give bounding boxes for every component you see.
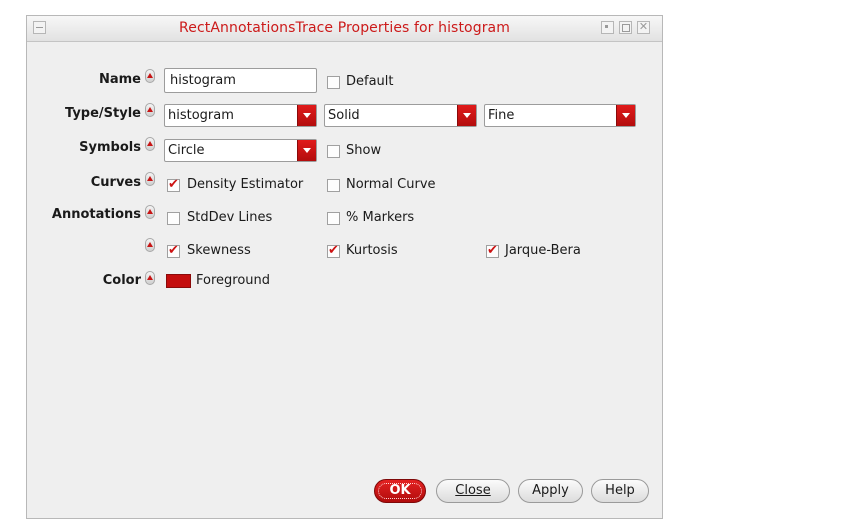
apply-button[interactable]: Apply: [518, 479, 583, 503]
name-expand-icon[interactable]: [145, 69, 155, 83]
skewness-checkbox[interactable]: [167, 243, 180, 259]
curves-label: Curves: [90, 175, 141, 190]
help-button[interactable]: Help: [591, 479, 649, 503]
style-value: Solid: [328, 108, 360, 123]
skewness-label: Skewness: [187, 243, 251, 258]
line-width-value: Fine: [488, 108, 515, 123]
symbols-expand-icon[interactable]: [145, 137, 155, 151]
chevron-down-icon[interactable]: [297, 105, 316, 126]
color-expand-icon[interactable]: [145, 271, 155, 285]
density-estimator-label: Density Estimator: [187, 177, 304, 192]
symbol-value: Circle: [168, 143, 205, 158]
chevron-down-icon[interactable]: [297, 140, 316, 161]
jarque-bera-checkbox[interactable]: [486, 243, 499, 259]
style-dropdown[interactable]: Solid: [324, 104, 477, 127]
title-bar[interactable]: RectAnnotationsTrace Properties for hist…: [27, 16, 662, 42]
close-button[interactable]: Close: [436, 479, 510, 503]
show-checkbox[interactable]: [327, 145, 340, 158]
annotations-expand-icon[interactable]: [145, 205, 155, 219]
stddev-lines-label: StdDev Lines: [187, 210, 273, 225]
stddev-lines-checkbox[interactable]: [167, 212, 180, 225]
chevron-down-icon[interactable]: [457, 105, 476, 126]
annotations-label: Annotations: [51, 207, 141, 222]
symbols-dropdown[interactable]: Circle: [164, 139, 317, 162]
chevron-down-icon[interactable]: [616, 105, 635, 126]
type-dropdown[interactable]: histogram: [164, 104, 317, 127]
close-window-icon[interactable]: ✕: [637, 21, 650, 34]
help-button-label: Help: [605, 483, 635, 498]
color-name: Foreground: [196, 273, 271, 288]
kurtosis-checkbox[interactable]: [327, 243, 340, 259]
symbols-label: Symbols: [79, 140, 141, 155]
close-button-label: Close: [455, 483, 491, 498]
kurtosis-label: Kurtosis: [346, 243, 398, 258]
minimize-icon[interactable]: [601, 21, 614, 34]
line-width-dropdown[interactable]: Fine: [484, 104, 636, 127]
percent-markers-checkbox[interactable]: [327, 212, 340, 225]
color-label: Color: [102, 273, 141, 288]
type-style-expand-icon[interactable]: [145, 103, 155, 117]
window-title: RectAnnotationsTrace Properties for hist…: [179, 20, 510, 36]
normal-curve-label: Normal Curve: [346, 177, 436, 192]
type-value: histogram: [168, 108, 234, 123]
name-input[interactable]: histogram: [164, 68, 317, 93]
properties-dialog: RectAnnotationsTrace Properties for hist…: [26, 15, 663, 519]
density-estimator-checkbox[interactable]: [167, 177, 180, 193]
jarque-bera-label: Jarque-Bera: [505, 243, 581, 258]
default-checkbox[interactable]: [327, 76, 340, 89]
maximize-icon[interactable]: [619, 21, 632, 34]
default-label: Default: [346, 74, 394, 89]
annotations-extra-expand-icon[interactable]: [145, 238, 155, 252]
type-style-label: Type/Style: [65, 106, 141, 121]
ok-button-label: OK: [389, 483, 411, 498]
normal-curve-checkbox[interactable]: [327, 179, 340, 192]
apply-button-label: Apply: [532, 483, 569, 498]
show-label: Show: [346, 143, 382, 158]
percent-markers-label: % Markers: [346, 210, 415, 225]
color-swatch[interactable]: [166, 274, 191, 288]
curves-expand-icon[interactable]: [145, 172, 155, 186]
ok-button[interactable]: OK: [374, 479, 426, 503]
name-label: Name: [98, 72, 141, 87]
